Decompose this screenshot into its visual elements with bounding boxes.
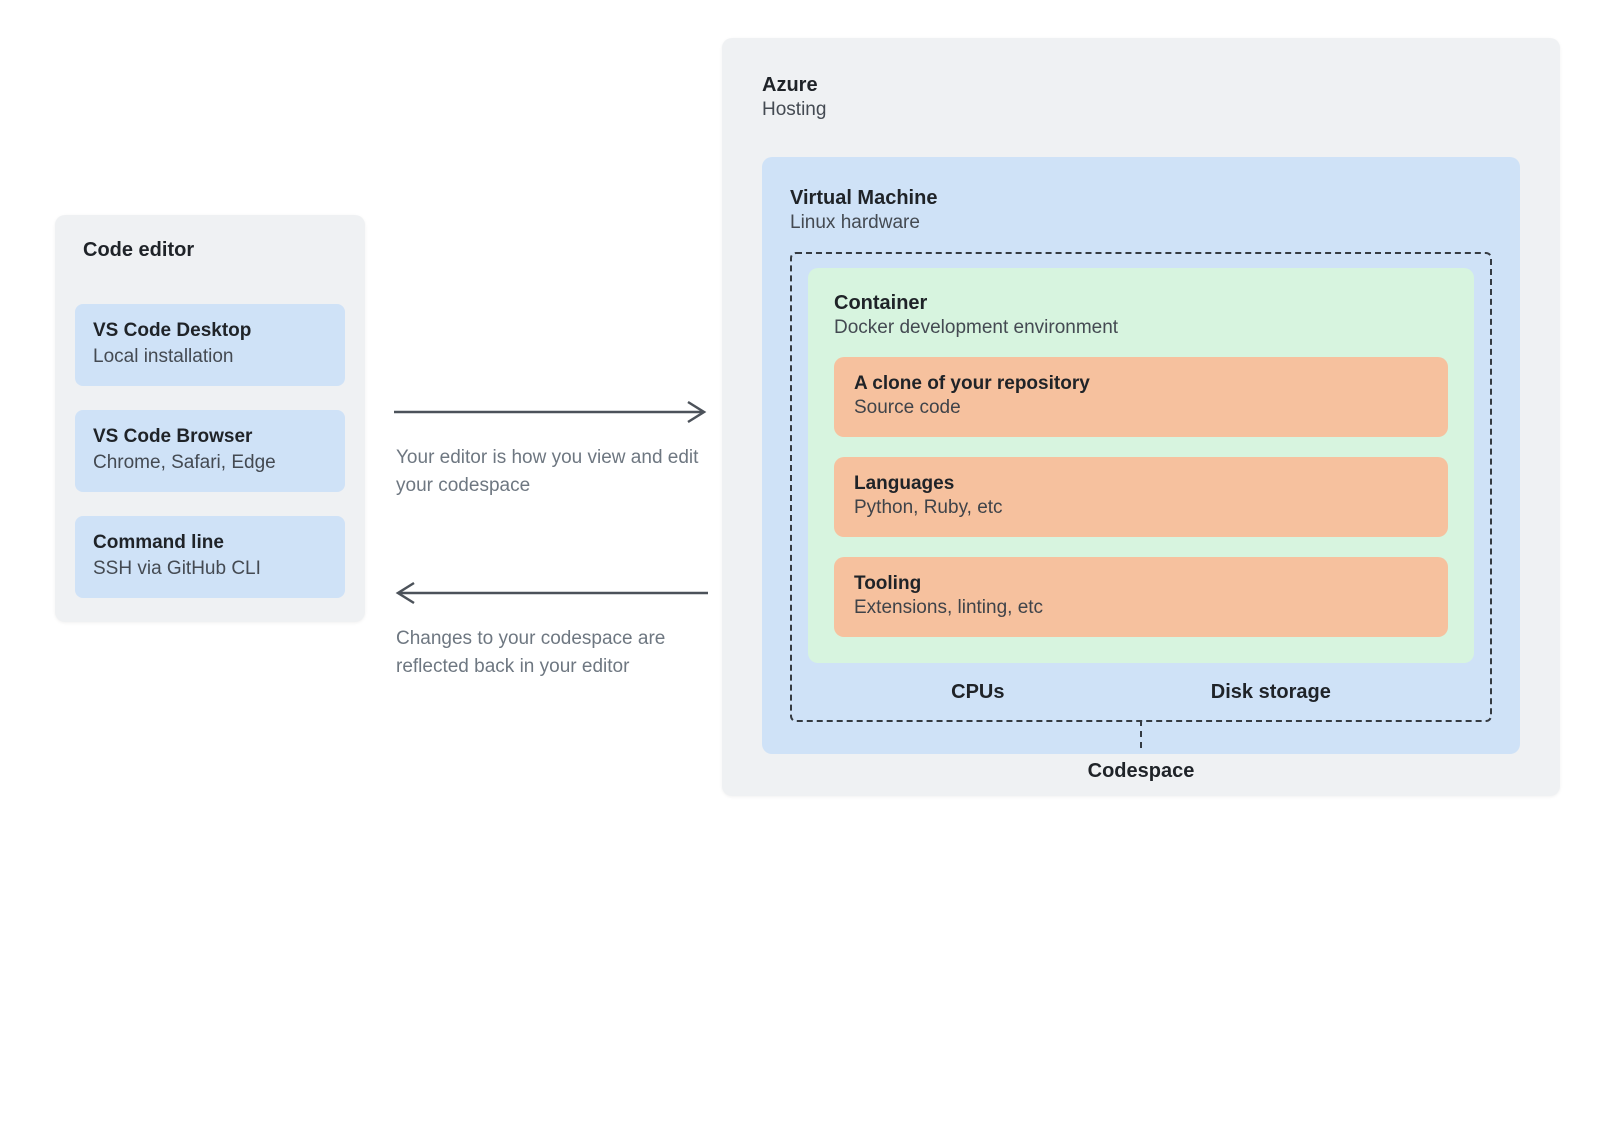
code-editor-panel: Code editor VS Code Desktop Local instal… bbox=[55, 215, 365, 622]
azure-title: Azure bbox=[762, 74, 1520, 97]
editor-card-title: VS Code Desktop bbox=[93, 320, 327, 342]
container-sub: Docker development environment bbox=[834, 317, 1448, 339]
code-editor-title: Code editor bbox=[83, 239, 345, 262]
resources-row: CPUs Disk storage bbox=[808, 681, 1474, 704]
container-item-title: A clone of your repository bbox=[854, 373, 1428, 395]
container-item-sub: Source code bbox=[854, 397, 1428, 419]
container-item-languages: Languages Python, Ruby, etc bbox=[834, 457, 1448, 537]
codespace-label: Codespace bbox=[722, 760, 1560, 783]
editor-card-command-line: Command line SSH via GitHub CLI bbox=[75, 516, 345, 598]
arrow-back-group: Changes to your codespace are reflected … bbox=[392, 581, 710, 680]
container-item-title: Tooling bbox=[854, 573, 1428, 595]
resource-disk: Disk storage bbox=[1211, 681, 1331, 704]
container-panel: Container Docker development environment… bbox=[808, 268, 1474, 663]
container-item-sub: Python, Ruby, etc bbox=[854, 497, 1428, 519]
editor-card-title: VS Code Browser bbox=[93, 426, 327, 448]
vm-title: Virtual Machine bbox=[790, 187, 1492, 210]
azure-panel: Azure Hosting Virtual Machine Linux hard… bbox=[722, 38, 1560, 796]
arrow-right-icon bbox=[392, 400, 710, 424]
container-item-tooling: Tooling Extensions, linting, etc bbox=[834, 557, 1448, 637]
vm-panel: Virtual Machine Linux hardware Container… bbox=[762, 157, 1520, 754]
arrow-forward-group: Your editor is how you view and edit you… bbox=[392, 400, 710, 499]
arrows-area: Your editor is how you view and edit you… bbox=[392, 400, 710, 762]
editor-card-sub: Chrome, Safari, Edge bbox=[93, 452, 327, 474]
editor-card-vscode-desktop: VS Code Desktop Local installation bbox=[75, 304, 345, 386]
container-title: Container bbox=[834, 292, 1448, 315]
editor-card-vscode-browser: VS Code Browser Chrome, Safari, Edge bbox=[75, 410, 345, 492]
container-item-sub: Extensions, linting, etc bbox=[854, 597, 1428, 619]
codespace-connector-line bbox=[1140, 720, 1142, 748]
editor-card-sub: SSH via GitHub CLI bbox=[93, 558, 327, 580]
arrow-left-icon bbox=[392, 581, 710, 605]
editor-card-title: Command line bbox=[93, 532, 327, 554]
container-item-repo: A clone of your repository Source code bbox=[834, 357, 1448, 437]
resource-cpus: CPUs bbox=[951, 681, 1004, 704]
arrow-forward-caption: Your editor is how you view and edit you… bbox=[392, 444, 710, 499]
azure-sub: Hosting bbox=[762, 99, 1520, 121]
container-item-title: Languages bbox=[854, 473, 1428, 495]
codespace-dashed-box: Container Docker development environment… bbox=[790, 252, 1492, 722]
editor-card-sub: Local installation bbox=[93, 346, 327, 368]
vm-sub: Linux hardware bbox=[790, 212, 1492, 234]
arrow-back-caption: Changes to your codespace are reflected … bbox=[392, 625, 710, 680]
